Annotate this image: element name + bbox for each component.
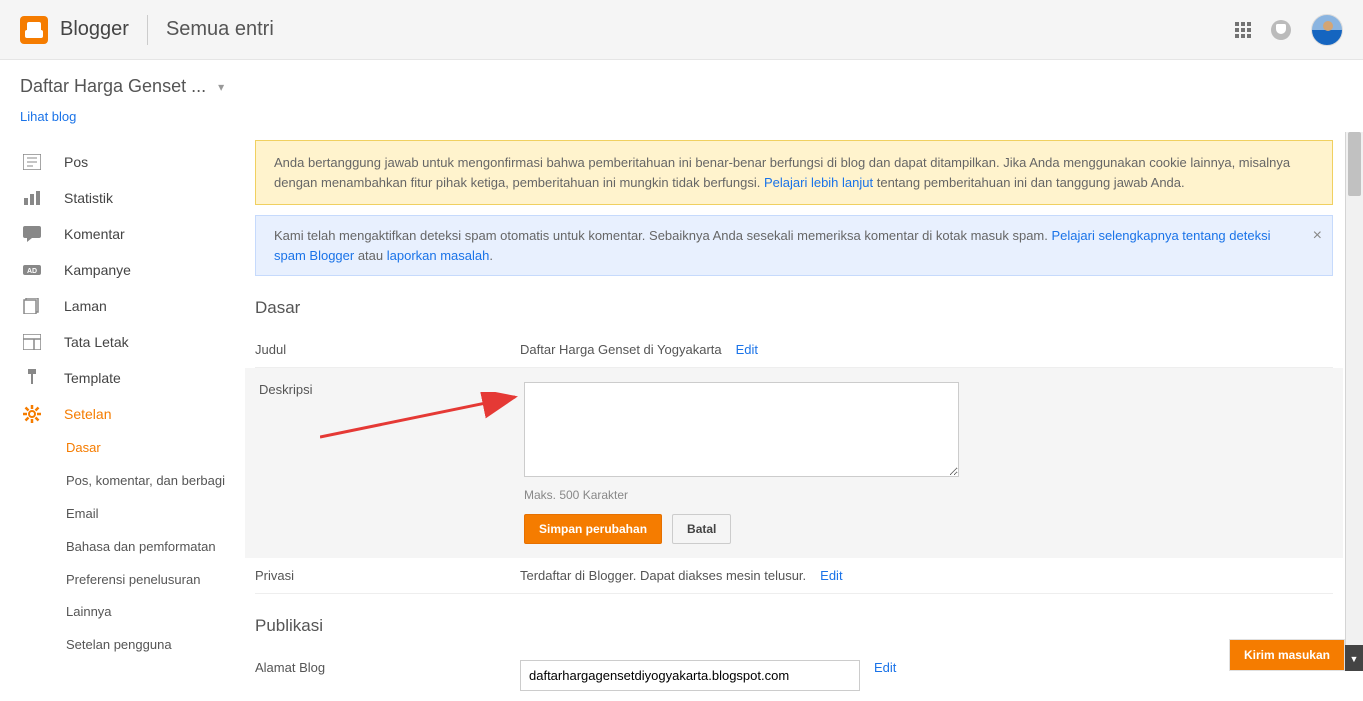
sidebar-item-stats[interactable]: Statistik: [14, 180, 235, 216]
sidebar-item-settings[interactable]: Setelan: [14, 396, 235, 432]
scrollbar[interactable]: ▼: [1345, 132, 1363, 663]
field-label: Privasi: [255, 568, 520, 583]
subheader: Daftar Harga Genset ... Lihat blog: [0, 60, 1363, 132]
brand-name: Blogger: [60, 18, 129, 41]
gear-icon: [22, 406, 42, 422]
sidebar-item-label: Pos: [64, 154, 88, 170]
subnav-posts-comments[interactable]: Pos, komentar, dan berbagi: [66, 465, 235, 498]
scrollbar-thumb[interactable]: [1348, 132, 1361, 196]
feedback-collapse-icon[interactable]: ▼: [1345, 645, 1363, 671]
sidebar-item-layout[interactable]: Tata Letak: [14, 324, 235, 360]
apps-icon[interactable]: [1235, 22, 1251, 38]
blog-selector[interactable]: Daftar Harga Genset ...: [20, 76, 1343, 97]
field-label: Deskripsi: [259, 382, 524, 544]
sidebar-item-label: Kampanye: [64, 262, 131, 278]
subnav-basic[interactable]: Dasar: [66, 432, 235, 465]
subnav-other[interactable]: Lainnya: [66, 596, 235, 629]
main-content: Anda bertanggung jawab untuk mengonfirma…: [235, 132, 1345, 701]
layout-icon: [22, 334, 42, 350]
report-issue-link[interactable]: laporkan masalah: [387, 248, 490, 263]
campaigns-icon: AD: [22, 262, 42, 278]
template-icon: [22, 370, 42, 386]
subnav-email[interactable]: Email: [66, 498, 235, 531]
blog-name: Daftar Harga Genset ...: [20, 76, 206, 97]
subnav-language[interactable]: Bahasa dan pemformatan: [66, 531, 235, 564]
close-icon[interactable]: ×: [1313, 224, 1322, 248]
warning-banner: Anda bertanggung jawab untuk mengonfirma…: [255, 140, 1333, 205]
info-banner: × Kami telah mengaktifkan deteksi spam o…: [255, 215, 1333, 276]
sidebar-item-label: Setelan: [64, 406, 111, 422]
field-title: Judul Daftar Harga Genset di Yogyakarta …: [255, 332, 1333, 368]
edit-address-link[interactable]: Edit: [874, 660, 896, 675]
subnav-user[interactable]: Setelan pengguna: [66, 629, 235, 662]
divider: [147, 15, 148, 45]
learn-more-link[interactable]: Pelajari lebih lanjut: [764, 175, 873, 190]
pages-icon: [22, 298, 42, 314]
sidebar-item-pages[interactable]: Laman: [14, 288, 235, 324]
stats-icon: [22, 190, 42, 206]
svg-text:AD: AD: [27, 268, 37, 275]
char-hint: Maks. 500 Karakter: [524, 488, 959, 502]
sidebar-item-template[interactable]: Template: [14, 360, 235, 396]
sidebar-item-label: Komentar: [64, 226, 125, 242]
sidebar-item-label: Laman: [64, 298, 107, 314]
blogger-logo-icon[interactable]: [20, 16, 48, 44]
section-title-publish: Publikasi: [255, 616, 1333, 636]
field-label: Alamat Blog: [255, 660, 520, 691]
section-title-basic: Dasar: [255, 298, 1333, 318]
sidebar-item-label: Tata Letak: [64, 334, 129, 350]
edit-privacy-link[interactable]: Edit: [820, 568, 842, 583]
page-title: Semua entri: [166, 18, 274, 41]
sidebar-item-label: Statistik: [64, 190, 113, 206]
settings-subnav: Dasar Pos, komentar, dan berbagi Email B…: [14, 432, 235, 662]
header: Blogger Semua entri: [0, 0, 1363, 60]
title-value: Daftar Harga Genset di Yogyakarta: [520, 342, 722, 357]
sidebar-item-comments[interactable]: Komentar: [14, 216, 235, 252]
save-button[interactable]: Simpan perubahan: [524, 514, 662, 544]
field-blog-address: Alamat Blog Edit: [255, 650, 1333, 701]
edit-title-link[interactable]: Edit: [736, 342, 758, 357]
privacy-value: Terdaftar di Blogger. Dapat diakses mesi…: [520, 568, 806, 583]
sidebar-item-campaigns[interactable]: AD Kampanye: [14, 252, 235, 288]
avatar[interactable]: [1311, 14, 1343, 46]
blog-address-input[interactable]: [520, 660, 860, 691]
sidebar-item-label: Template: [64, 370, 121, 386]
notifications-icon[interactable]: [1271, 20, 1291, 40]
sidebar: Pos Statistik Komentar ADKampanye Laman …: [0, 132, 235, 701]
cancel-button[interactable]: Batal: [672, 514, 731, 544]
view-blog-link[interactable]: Lihat blog: [20, 97, 76, 124]
sidebar-item-posts[interactable]: Pos: [14, 144, 235, 180]
feedback-button[interactable]: Kirim masukan: [1229, 639, 1345, 671]
comments-icon: [22, 226, 42, 242]
field-description: Deskripsi Maks. 500 Karakter Simpan peru…: [245, 368, 1343, 558]
field-label: Judul: [255, 342, 520, 357]
field-privacy: Privasi Terdaftar di Blogger. Dapat diak…: [255, 558, 1333, 594]
subnav-search[interactable]: Preferensi penelusuran: [66, 564, 235, 597]
description-textarea[interactable]: [524, 382, 959, 477]
posts-icon: [22, 154, 42, 170]
